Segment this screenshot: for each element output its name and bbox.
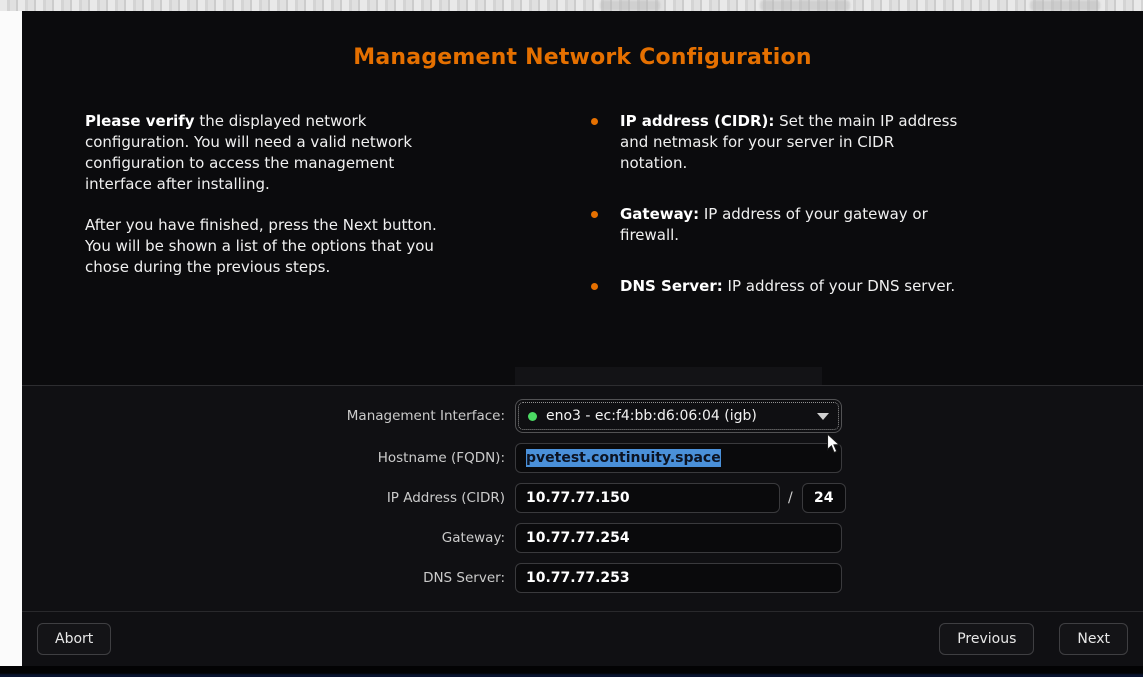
row-dns-server: DNS Server:: [229, 563, 1143, 593]
form-panel: Management Interface: eno3 - ec:f4:bb:d6…: [22, 385, 1143, 666]
hint-item-dns: DNS Server: IP address of your DNS serve…: [588, 276, 968, 297]
selected-interface: eno3 - ec:f4:bb:d6:06:04 (igb): [546, 408, 757, 424]
ip-address-label: IP Address (CIDR): [229, 490, 505, 506]
intro-text: Please verify the displayed network conf…: [85, 111, 440, 278]
row-ip-address: IP Address (CIDR) /: [229, 483, 1143, 513]
bullet-icon: [591, 118, 598, 125]
hint-item-gateway: Gateway: IP address of your gateway or f…: [588, 204, 968, 246]
gateway-label: Gateway:: [229, 530, 505, 546]
screen-bottom-bar: [0, 666, 1143, 677]
cidr-input[interactable]: [802, 483, 846, 513]
abort-button[interactable]: Abort: [37, 623, 111, 655]
background-texture: [760, 0, 850, 11]
hint-item-ip: IP address (CIDR): Set the main IP addre…: [588, 111, 968, 174]
management-interface-dropdown[interactable]: eno3 - ec:f4:bb:d6:06:04 (igb): [515, 399, 842, 433]
background-photo-strip: [0, 0, 1143, 11]
installer-window: Management Network Configuration Please …: [22, 11, 1143, 666]
row-management-interface: Management Interface: eno3 - ec:f4:bb:d6…: [229, 399, 1143, 433]
row-hostname: Hostname (FQDN): pvetest.continuity.spac…: [229, 443, 1143, 473]
gateway-input[interactable]: [515, 523, 842, 553]
button-bar: Abort Previous Next: [22, 611, 1143, 666]
hostname-input[interactable]: pvetest.continuity.space: [515, 443, 842, 473]
hostname-label: Hostname (FQDN):: [229, 450, 505, 466]
next-button[interactable]: Next: [1059, 623, 1128, 655]
nav-buttons: Previous Next: [939, 623, 1128, 655]
background-texture: [600, 0, 660, 11]
panel-edge-artifact: [515, 367, 822, 386]
row-gateway: Gateway:: [229, 523, 1143, 553]
cidr-separator: /: [788, 490, 793, 506]
nic-status-green-dot-icon: [528, 412, 537, 421]
page-title: Management Network Configuration: [22, 45, 1143, 70]
chevron-down-icon: [817, 413, 829, 420]
intro-bold-lead: Please verify: [85, 112, 195, 130]
dns-server-label: DNS Server:: [229, 570, 505, 586]
intro-paragraph-1: Please verify the displayed network conf…: [85, 111, 440, 195]
selected-text: pvetest.continuity.space: [526, 449, 721, 467]
management-interface-label: Management Interface:: [229, 408, 505, 424]
bullet-icon: [591, 283, 598, 290]
network-form: Management Interface: eno3 - ec:f4:bb:d6…: [22, 386, 1143, 611]
intro-paragraph-2: After you have finished, press the Next …: [85, 215, 440, 278]
ip-address-input[interactable]: [515, 483, 780, 513]
dns-server-input[interactable]: [515, 563, 842, 593]
hint-list: IP address (CIDR): Set the main IP addre…: [588, 111, 968, 327]
background-texture: [1030, 0, 1100, 11]
bullet-icon: [591, 211, 598, 218]
previous-button[interactable]: Previous: [939, 623, 1034, 655]
